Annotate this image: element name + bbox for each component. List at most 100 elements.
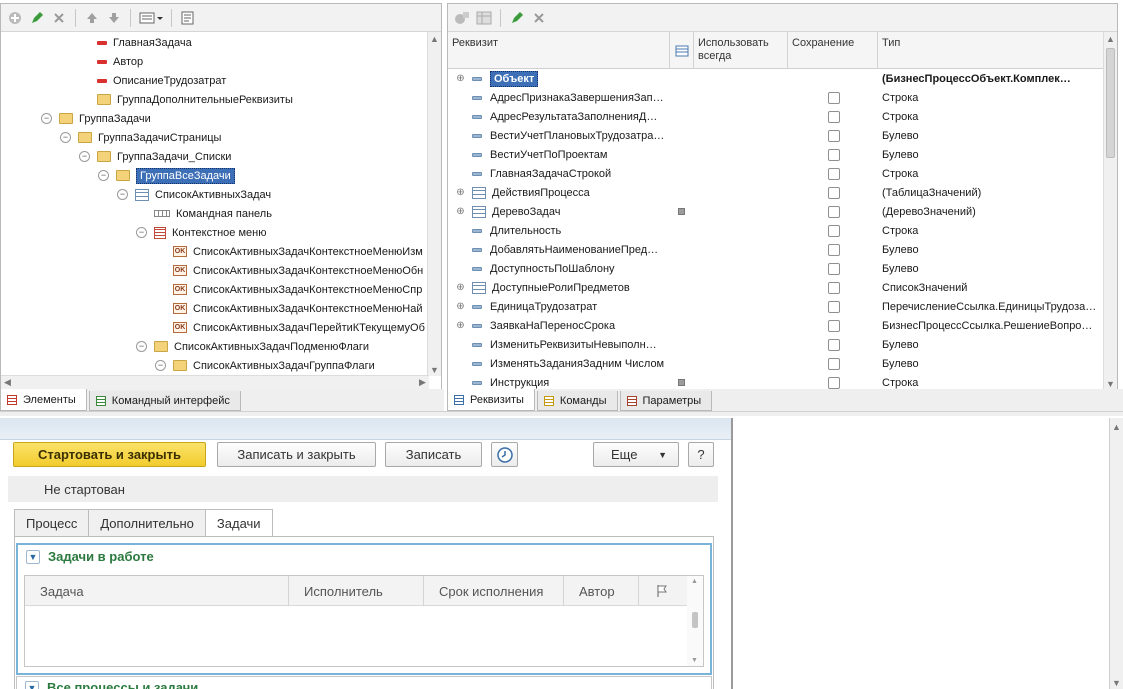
active-tasks-table[interactable]: Задача Исполнитель Срок исполнения Автор… [24,575,704,667]
scroll-down-arrow-icon[interactable]: ▼ [691,657,698,664]
collapse-toggle-icon[interactable]: − [136,227,147,238]
preview-vertical-scrollbar[interactable]: ▲ ▼ [1109,418,1123,689]
tree-item[interactable]: Командная панель [154,204,272,223]
saving-checkbox[interactable] [828,110,840,123]
collapse-toggle-icon[interactable]: − [41,113,52,124]
collapse-toggle-icon[interactable]: − [117,189,128,200]
column-due-date[interactable]: Срок исполнения [424,576,564,606]
add-requisite-icon[interactable] [452,8,472,28]
tree-item[interactable]: − ГруппаЗадачи_Списки [79,147,231,166]
saving-checkbox[interactable] [828,91,840,104]
tree-item[interactable]: − СписокАктивныхЗадачГруппаФлаги [155,356,375,375]
requisite-row[interactable]: ДобавлятьНаименованиеПред… Булево [448,240,1103,259]
saving-checkbox[interactable] [828,224,840,237]
column-type[interactable]: Тип [878,32,1100,69]
saving-checkbox[interactable] [828,129,840,142]
requisite-row[interactable]: ⊕ ДоступныеРолиПредметов СписокЗначений [448,278,1103,297]
scroll-down-arrow-icon[interactable]: ▼ [1110,676,1123,689]
requisite-row[interactable]: ВестиУчетПоПроектам Булево [448,145,1103,164]
column-flag[interactable] [639,576,689,606]
list-menu-icon[interactable] [137,8,165,28]
collapse-chevron-icon[interactable]: ▼ [25,680,39,689]
requisite-row[interactable]: АдресРезультатаЗаполненияД… Строка [448,107,1103,126]
collapse-toggle-icon[interactable]: − [136,341,147,352]
collapse-toggle-icon[interactable]: − [79,151,90,162]
saving-checkbox[interactable] [828,319,840,332]
collapse-toggle-icon[interactable]: − [60,132,71,143]
scroll-up-arrow-icon[interactable]: ▲ [691,578,698,585]
tab-process[interactable]: Процесс [14,509,89,537]
tree-item[interactable]: − Контекстное меню [136,223,266,242]
requisite-row[interactable]: ⊕ ДействияПроцесса (ТаблицаЗначений) [448,183,1103,202]
tab-parameters[interactable]: Параметры [619,391,713,411]
expand-toggle-icon[interactable]: ⊕ [456,73,465,84]
scroll-up-arrow-icon[interactable]: ▲ [428,32,441,45]
requisite-row[interactable]: ⊕ ЗаявкаНаПереносСрока БизнесПроцессСсылка… [448,316,1103,335]
form-preview-icon[interactable] [178,8,198,28]
tree-horizontal-scrollbar[interactable]: ◀ ▶ [1,375,429,389]
requisite-row[interactable]: ⊕ ЕдиницаТрудозатрат ПеречислениеСсылка.Ед… [448,297,1103,316]
tree-item[interactable]: OK СписокАктивныхЗадачКонтекстноеМенюСпр [173,280,422,299]
expand-toggle-icon[interactable]: ⊕ [456,301,465,312]
add-button[interactable] [5,8,25,28]
tree-item[interactable]: ГлавнаяЗадача [97,33,192,52]
saving-checkbox[interactable] [828,186,840,199]
saving-checkbox[interactable] [828,300,840,313]
add-table-requisite-icon[interactable] [474,8,494,28]
requisite-row[interactable]: ВестиУчетПлановыхТрудозатра… Булево [448,126,1103,145]
expand-toggle-icon[interactable]: ⊕ [456,320,465,331]
more-menu-button[interactable]: Еще ▼ [593,442,679,467]
saving-checkbox[interactable] [828,148,840,161]
requisite-row[interactable]: АдресПризнакаЗавершенияЗап… Строка [448,88,1103,107]
collapse-toggle-icon[interactable]: − [98,170,109,181]
tasks-in-work-header[interactable]: ▼ Задачи в работе [26,549,154,564]
collapse-chevron-icon[interactable]: ▼ [26,549,40,564]
requisite-row[interactable]: Инструкция Строка [448,373,1103,389]
tree-item[interactable]: OK СписокАктивныхЗадачКонтекстноеМенюОбн [173,261,423,280]
scroll-up-arrow-icon[interactable]: ▲ [1110,420,1123,433]
tree-item[interactable]: − ГруппаЗадачи [41,109,151,128]
saving-checkbox[interactable] [828,357,840,370]
column-icon-header[interactable] [670,32,694,69]
tree-item[interactable]: − ГруппаВсеЗадачи [98,166,235,185]
column-task[interactable]: Задача [25,576,289,606]
requisite-row[interactable]: ⊕ ДеревоЗадач (ДеревоЗначений) [448,202,1103,221]
edit-pencil-icon[interactable] [507,8,527,28]
process-map-button[interactable] [491,442,518,467]
tree-vertical-scrollbar[interactable]: ▲ ▼ [427,32,441,376]
scroll-left-arrow-icon[interactable]: ◀ [1,376,14,389]
column-requisite[interactable]: Реквизит [448,32,670,69]
column-author[interactable]: Автор [564,576,639,606]
tab-requisites[interactable]: Реквизиты [447,389,535,411]
table-vertical-scrollbar[interactable]: ▲ ▼ [687,576,703,666]
saving-checkbox[interactable] [828,205,840,218]
help-button[interactable]: ? [688,442,714,467]
tab-elements[interactable]: Элементы [0,389,87,411]
expand-toggle-icon[interactable]: ⊕ [456,187,465,198]
expand-toggle-icon[interactable]: ⊕ [456,282,465,293]
tree-item[interactable]: − СписокАктивныхЗадачПодменюФлаги [136,337,369,356]
expand-toggle-icon[interactable]: ⊕ [456,206,465,217]
saving-checkbox[interactable] [828,281,840,294]
tab-tasks[interactable]: Задачи [204,509,273,537]
tree-item[interactable]: OK СписокАктивныхЗадачКонтекстноеМенюНай [173,299,423,318]
column-executor[interactable]: Исполнитель [289,576,424,606]
requisite-row[interactable]: ГлавнаяЗадачаСтрокой Строка [448,164,1103,183]
save-and-close-button[interactable]: Записать и закрыть [217,442,376,467]
tab-command-interface[interactable]: Командный интерфейс [88,391,241,411]
requisite-row[interactable]: ИзменятьЗаданияЗадним Числом Булево [448,354,1103,373]
scroll-right-arrow-icon[interactable]: ▶ [416,376,429,389]
tree-item[interactable]: OK СписокАктивныхЗадачКонтекстноеМенюИзм [173,242,423,261]
start-and-close-button[interactable]: Стартовать и закрыть [13,442,206,467]
requisite-row[interactable]: ИзменитьРеквизитыНевыполн… Булево [448,335,1103,354]
delete-icon[interactable] [529,8,549,28]
move-up-icon[interactable] [82,8,102,28]
elements-tree[interactable]: ГлавнаяЗадача Автор ОписаниеТрудозатрат Гру… [1,32,427,375]
save-button[interactable]: Записать [385,442,482,467]
grid-vertical-scrollbar[interactable]: ▲ ▼ [1103,32,1117,389]
scroll-up-arrow-icon[interactable]: ▲ [1104,32,1117,45]
requisite-row[interactable]: Длительность Строка [448,221,1103,240]
saving-checkbox[interactable] [828,167,840,180]
column-use-always[interactable]: Использовать всегда [694,32,788,69]
collapse-toggle-icon[interactable]: − [155,360,166,371]
